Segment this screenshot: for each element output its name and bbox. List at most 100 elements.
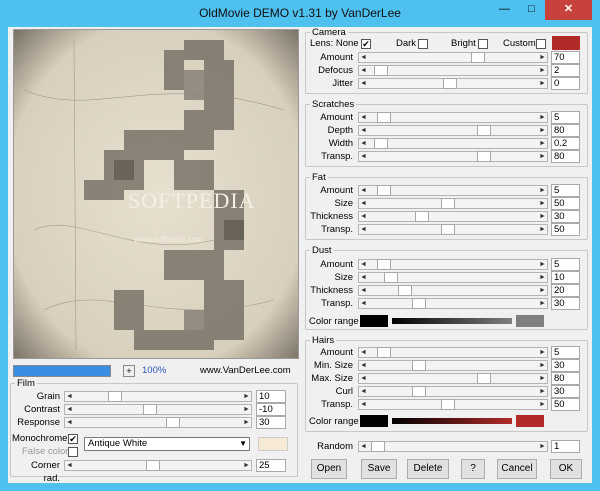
hairs-value-0[interactable]: 5: [551, 346, 580, 359]
hairs-slider-3[interactable]: ◄ ►: [358, 386, 548, 397]
ok-button[interactable]: OK: [550, 459, 582, 479]
dust-value-3[interactable]: 30: [551, 297, 580, 310]
chevron-right-icon[interactable]: ►: [538, 139, 547, 148]
random_row-value-0[interactable]: 1: [551, 440, 580, 453]
fat-slider-1[interactable]: ◄ ►: [358, 198, 548, 209]
chevron-right-icon[interactable]: ►: [538, 113, 547, 122]
camera-slider-0[interactable]: ◄ ►: [358, 52, 548, 63]
hairs-slider-2[interactable]: ◄ ►: [358, 373, 548, 384]
fat-value-2[interactable]: 30: [551, 210, 580, 223]
chevron-right-icon[interactable]: ►: [538, 212, 547, 221]
custom-color-swatch[interactable]: [552, 36, 580, 50]
hairs-slider-1[interactable]: ◄ ►: [358, 360, 548, 371]
chevron-right-icon[interactable]: ►: [538, 387, 547, 396]
chevron-left-icon[interactable]: ◄: [359, 126, 368, 135]
hairs-color-end-swatch[interactable]: [516, 415, 544, 427]
slider-thumb[interactable]: [441, 399, 455, 410]
slider-thumb[interactable]: [412, 386, 426, 397]
chevron-right-icon[interactable]: ►: [538, 273, 547, 282]
camera-value-1[interactable]: 2: [551, 64, 580, 77]
chevron-left-icon[interactable]: ◄: [359, 212, 368, 221]
slider-thumb[interactable]: [412, 298, 426, 309]
scratches-slider-2[interactable]: ◄ ►: [358, 138, 548, 149]
chevron-left-icon[interactable]: ◄: [359, 113, 368, 122]
dust-slider-2[interactable]: ◄ ►: [358, 285, 548, 296]
slider-thumb[interactable]: [471, 52, 485, 63]
chevron-right-icon[interactable]: ►: [538, 225, 547, 234]
dust-slider-0[interactable]: ◄ ►: [358, 259, 548, 270]
fat-value-3[interactable]: 50: [551, 223, 580, 236]
slider-thumb[interactable]: [441, 224, 455, 235]
scratches-slider-3[interactable]: ◄ ►: [358, 151, 548, 162]
minimize-button[interactable]: —: [491, 0, 518, 20]
film_corner-value-0[interactable]: 25: [256, 459, 286, 472]
dust-slider-3[interactable]: ◄ ►: [358, 298, 548, 309]
chevron-left-icon[interactable]: ◄: [359, 361, 368, 370]
chevron-right-icon[interactable]: ►: [538, 53, 547, 62]
fat-slider-2[interactable]: ◄ ►: [358, 211, 548, 222]
slider-thumb[interactable]: [398, 285, 412, 296]
scratches-value-0[interactable]: 5: [551, 111, 580, 124]
chevron-left-icon[interactable]: ◄: [359, 186, 368, 195]
chevron-right-icon[interactable]: ►: [538, 199, 547, 208]
slider-thumb[interactable]: [374, 138, 388, 149]
hairs-slider-0[interactable]: ◄ ►: [358, 347, 548, 358]
slider-thumb[interactable]: [377, 185, 391, 196]
chevron-right-icon[interactable]: ►: [538, 442, 547, 451]
close-button[interactable]: ✕: [545, 0, 592, 20]
hairs-value-4[interactable]: 50: [551, 398, 580, 411]
maximize-button[interactable]: □: [518, 0, 545, 20]
dust-value-2[interactable]: 20: [551, 284, 580, 297]
chevron-right-icon[interactable]: ►: [538, 361, 547, 370]
scratches-value-3[interactable]: 80: [551, 150, 580, 163]
slider-thumb[interactable]: [477, 125, 491, 136]
chevron-right-icon[interactable]: ►: [538, 400, 547, 409]
scratches-value-1[interactable]: 80: [551, 124, 580, 137]
slider-thumb[interactable]: [477, 151, 491, 162]
chevron-left-icon[interactable]: ◄: [359, 225, 368, 234]
chevron-right-icon[interactable]: ►: [538, 66, 547, 75]
slider-thumb[interactable]: [412, 360, 426, 371]
hairs-color-start-swatch[interactable]: [360, 415, 388, 427]
chevron-left-icon[interactable]: ◄: [359, 66, 368, 75]
slider-thumb[interactable]: [146, 460, 160, 471]
slider-thumb[interactable]: [415, 211, 429, 222]
fat-value-1[interactable]: 50: [551, 197, 580, 210]
open-button[interactable]: Open: [311, 459, 347, 479]
chevron-left-icon[interactable]: ◄: [359, 400, 368, 409]
chevron-right-icon[interactable]: ►: [538, 152, 547, 161]
bright-checkbox[interactable]: [478, 39, 488, 49]
title-bar[interactable]: OldMovie DEMO v1.31 by VanDerLee — □ ✕: [0, 0, 600, 26]
scratches-slider-0[interactable]: ◄ ►: [358, 112, 548, 123]
custom-checkbox[interactable]: [536, 39, 546, 49]
chevron-left-icon[interactable]: ◄: [359, 273, 368, 282]
cancel-button[interactable]: Cancel: [497, 459, 537, 479]
hairs-value-1[interactable]: 30: [551, 359, 580, 372]
slider-thumb[interactable]: [377, 112, 391, 123]
dust-color-start-swatch[interactable]: [360, 315, 388, 327]
camera-slider-2[interactable]: ◄ ►: [358, 78, 548, 89]
chevron-left-icon[interactable]: ◄: [359, 260, 368, 269]
chevron-right-icon[interactable]: ►: [538, 348, 547, 357]
hairs-slider-4[interactable]: ◄ ►: [358, 399, 548, 410]
hairs-value-2[interactable]: 80: [551, 372, 580, 385]
chevron-left-icon[interactable]: ◄: [359, 152, 368, 161]
camera-value-0[interactable]: 70: [551, 51, 580, 64]
chevron-left-icon[interactable]: ◄: [65, 418, 74, 427]
dust-color-end-swatch[interactable]: [516, 315, 544, 327]
chevron-right-icon[interactable]: ►: [538, 374, 547, 383]
slider-thumb[interactable]: [384, 272, 398, 283]
scratches-slider-1[interactable]: ◄ ►: [358, 125, 548, 136]
chevron-right-icon[interactable]: ►: [242, 461, 251, 470]
slider-thumb[interactable]: [371, 441, 385, 452]
slider-thumb[interactable]: [477, 373, 491, 384]
chevron-left-icon[interactable]: ◄: [359, 53, 368, 62]
dust-slider-1[interactable]: ◄ ►: [358, 272, 548, 283]
random_row-slider-0[interactable]: ◄ ►: [358, 441, 548, 452]
film-slider-2[interactable]: ◄ ►: [64, 417, 252, 428]
slider-thumb[interactable]: [166, 417, 180, 428]
chevron-right-icon[interactable]: ►: [538, 126, 547, 135]
camera-slider-1[interactable]: ◄ ►: [358, 65, 548, 76]
dark-checkbox[interactable]: [418, 39, 428, 49]
fat-value-0[interactable]: 5: [551, 184, 580, 197]
